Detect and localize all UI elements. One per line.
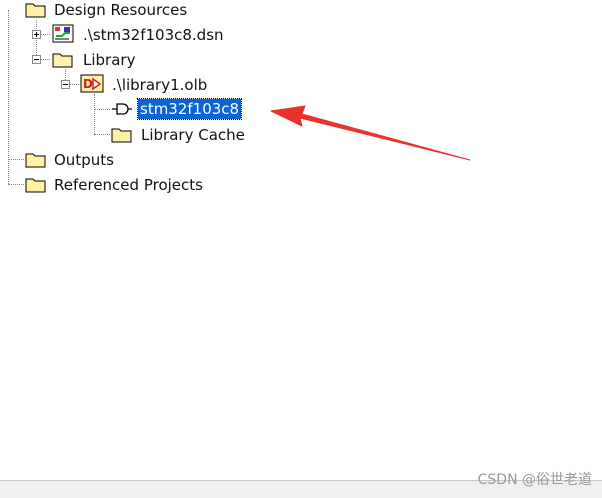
folder-icon	[111, 128, 132, 143]
tree-line	[8, 10, 9, 184]
tree-line	[8, 159, 24, 160]
red-arrow-icon	[270, 105, 471, 161]
watermark: CSDN @俗世老道	[477, 472, 592, 488]
tree-item-library-file[interactable]: .\library1.olb	[112, 75, 207, 95]
expand-toggle[interactable]	[32, 30, 41, 39]
tree-line	[36, 20, 37, 59]
tree-line	[94, 134, 110, 135]
tree-item-referenced-projects[interactable]: Referenced Projects	[54, 175, 203, 195]
folder-icon	[25, 178, 46, 193]
tree-item-design-resources[interactable]: Design Resources	[54, 0, 187, 20]
collapse-toggle[interactable]	[61, 80, 70, 89]
tree-item-design-file[interactable]: .\stm32f103c8.dsn	[83, 25, 224, 45]
tree-item-library-cache[interactable]: Library Cache	[141, 125, 245, 145]
tree-line	[94, 109, 110, 110]
tree-item-library[interactable]: Library	[83, 50, 135, 70]
tree-item-outputs[interactable]: Outputs	[54, 150, 114, 170]
project-tree: Design Resources .\stm32f103c8.dsn Libra…	[0, 0, 602, 480]
tree-line	[8, 184, 24, 185]
tree-line	[94, 94, 95, 134]
folder-icon	[25, 153, 46, 168]
tree-item-part[interactable]: stm32f103c8	[136, 98, 243, 120]
folder-icon	[25, 3, 46, 18]
collapse-toggle[interactable]	[32, 55, 41, 64]
part-icon	[112, 103, 132, 115]
folder-icon	[52, 53, 73, 68]
schematic-icon	[52, 24, 74, 43]
svg-text:D: D	[83, 77, 93, 91]
library-file-icon: D	[80, 74, 104, 93]
